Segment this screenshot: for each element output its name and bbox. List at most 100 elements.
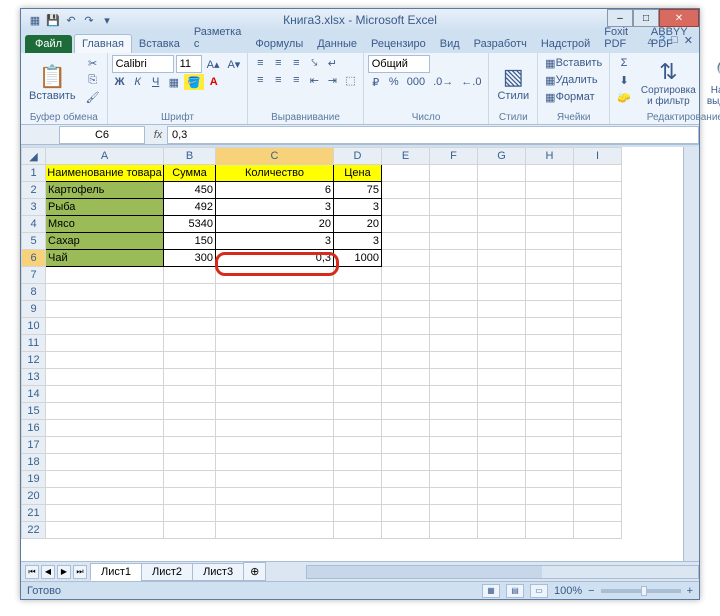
paste-button[interactable]: 📋 Вставить <box>25 55 80 111</box>
cell[interactable] <box>478 369 526 386</box>
cell[interactable] <box>526 284 574 301</box>
cell[interactable] <box>334 318 382 335</box>
cell[interactable]: 75 <box>334 182 382 199</box>
decrease-decimal-icon[interactable]: ←.0 <box>458 74 484 90</box>
cell[interactable] <box>574 403 622 420</box>
cell[interactable] <box>334 352 382 369</box>
cell[interactable] <box>526 488 574 505</box>
format-painter-icon[interactable]: 🖌 <box>83 89 103 105</box>
cell[interactable] <box>478 216 526 233</box>
cell[interactable] <box>334 471 382 488</box>
cell[interactable] <box>526 505 574 522</box>
cell[interactable] <box>46 471 164 488</box>
cell[interactable] <box>216 454 334 471</box>
cell[interactable] <box>526 335 574 352</box>
col-header-D[interactable]: D <box>334 148 382 165</box>
tab-insert[interactable]: Вставка <box>132 35 187 53</box>
undo-icon[interactable]: ↶ <box>63 12 79 28</box>
row-header[interactable]: 16 <box>22 420 46 437</box>
spreadsheet-grid[interactable]: ◢ A B C D E F G H I 1 Наименование товар… <box>21 147 622 539</box>
cell[interactable] <box>334 301 382 318</box>
cell[interactable] <box>334 369 382 386</box>
cell[interactable] <box>334 267 382 284</box>
row-header[interactable]: 7 <box>22 267 46 284</box>
row-header[interactable]: 15 <box>22 403 46 420</box>
cell[interactable] <box>164 267 216 284</box>
cell[interactable] <box>478 403 526 420</box>
tab-foxit[interactable]: Foxit PDF <box>597 23 644 53</box>
row-header[interactable]: 20 <box>22 488 46 505</box>
cell[interactable] <box>574 352 622 369</box>
row-header[interactable]: 14 <box>22 386 46 403</box>
view-layout-icon[interactable]: ▤ <box>506 584 524 598</box>
cell[interactable]: 20 <box>334 216 382 233</box>
cell[interactable] <box>574 301 622 318</box>
minimize-ribbon-icon[interactable]: ▵ <box>647 34 653 47</box>
cell[interactable] <box>478 182 526 199</box>
cell[interactable] <box>334 284 382 301</box>
cell[interactable] <box>334 437 382 454</box>
cell[interactable]: Чай <box>46 250 164 267</box>
cell[interactable] <box>382 352 430 369</box>
cell[interactable] <box>478 471 526 488</box>
row-header[interactable]: 4 <box>22 216 46 233</box>
delete-cells-button[interactable]: ▦ Удалить <box>542 72 600 88</box>
cell[interactable] <box>382 284 430 301</box>
cell[interactable] <box>164 284 216 301</box>
cell[interactable] <box>478 267 526 284</box>
view-normal-icon[interactable]: ▦ <box>482 584 500 598</box>
tab-scroll-next[interactable]: ▶ <box>57 565 71 579</box>
view-pagebreak-icon[interactable]: ▭ <box>530 584 548 598</box>
cell[interactable] <box>164 488 216 505</box>
cell[interactable] <box>430 182 478 199</box>
cell[interactable] <box>574 335 622 352</box>
col-header-E[interactable]: E <box>382 148 430 165</box>
align-middle-icon[interactable]: ≡ <box>270 55 286 71</box>
cell[interactable] <box>574 369 622 386</box>
cell[interactable] <box>478 522 526 539</box>
cell[interactable] <box>216 386 334 403</box>
cell[interactable] <box>46 301 164 318</box>
redo-icon[interactable]: ↷ <box>81 12 97 28</box>
cell[interactable] <box>164 369 216 386</box>
cell[interactable] <box>46 420 164 437</box>
cell[interactable] <box>46 369 164 386</box>
cell[interactable] <box>574 488 622 505</box>
cell[interactable] <box>164 301 216 318</box>
col-header-B[interactable]: B <box>164 148 216 165</box>
format-cells-button[interactable]: ▦ Формат <box>542 89 597 105</box>
cell[interactable] <box>164 420 216 437</box>
cell[interactable] <box>526 454 574 471</box>
cell[interactable] <box>334 505 382 522</box>
new-sheet-button[interactable]: ⊕ <box>243 562 266 581</box>
cell[interactable] <box>46 335 164 352</box>
cell[interactable] <box>46 522 164 539</box>
cell[interactable] <box>430 250 478 267</box>
italic-button[interactable]: К <box>130 74 146 90</box>
cell[interactable] <box>216 284 334 301</box>
sheet-tab[interactable]: Лист2 <box>141 563 193 581</box>
cell-styles-button[interactable]: ▧ Стили <box>493 55 533 111</box>
cell[interactable] <box>478 233 526 250</box>
cell[interactable] <box>478 386 526 403</box>
cell[interactable] <box>216 437 334 454</box>
cell[interactable] <box>430 216 478 233</box>
cell[interactable]: Мясо <box>46 216 164 233</box>
cell[interactable] <box>382 301 430 318</box>
cell[interactable] <box>430 267 478 284</box>
cell[interactable] <box>382 437 430 454</box>
cell[interactable] <box>216 369 334 386</box>
sort-filter-button[interactable]: ⇅ Сортировка и фильтр <box>637 55 700 111</box>
row-header[interactable]: 11 <box>22 335 46 352</box>
cell[interactable] <box>164 318 216 335</box>
cell[interactable] <box>382 471 430 488</box>
cell[interactable] <box>430 522 478 539</box>
cell[interactable] <box>526 386 574 403</box>
cell[interactable] <box>164 335 216 352</box>
cell[interactable] <box>430 284 478 301</box>
decrease-indent-icon[interactable]: ⇤ <box>306 72 322 88</box>
cell[interactable] <box>334 522 382 539</box>
cell[interactable] <box>526 369 574 386</box>
cell[interactable]: 3 <box>216 199 334 216</box>
col-header-A[interactable]: A <box>46 148 164 165</box>
